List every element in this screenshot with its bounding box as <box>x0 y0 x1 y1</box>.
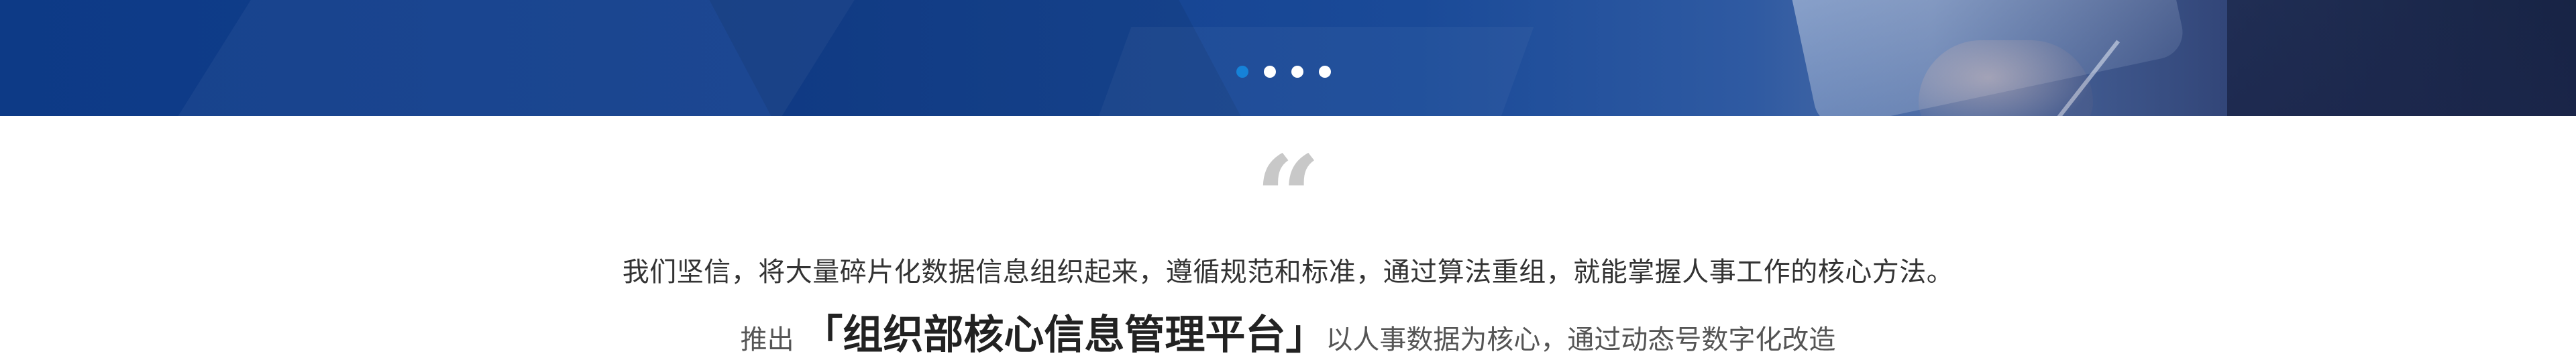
carousel-dot-2[interactable] <box>1264 66 1276 78</box>
banner-decor-facet <box>695 0 1250 116</box>
mission-statement: 我们坚信，将大量碎片化数据信息组织起来，遵循规范和标准，通过算法重组，就能掌握人… <box>622 257 1954 288</box>
platform-intro: 推出 「组织部核心信息管理平台」以人事数据为核心，通过动态号数字化改造 <box>0 315 2576 360</box>
banner-photo-hand <box>1919 40 2093 116</box>
hero-banner <box>0 0 2576 116</box>
platform-intro-suffix: 以人事数据为核心，通过动态号数字化改造 <box>1326 324 1836 355</box>
carousel-pagination <box>1236 66 1331 78</box>
carousel-dot-1[interactable] <box>1236 66 1248 78</box>
carousel-dot-3[interactable] <box>1291 66 1303 78</box>
banner-photo-shadow <box>2227 0 2576 116</box>
platform-name: 「组织部核心信息管理平台」 <box>802 312 1326 359</box>
quote-mark-icon: “ <box>1255 131 1321 265</box>
banner-decor-facet <box>166 0 880 116</box>
platform-intro-prefix: 推出 <box>740 324 803 355</box>
carousel-dot-4[interactable] <box>1319 66 1331 78</box>
